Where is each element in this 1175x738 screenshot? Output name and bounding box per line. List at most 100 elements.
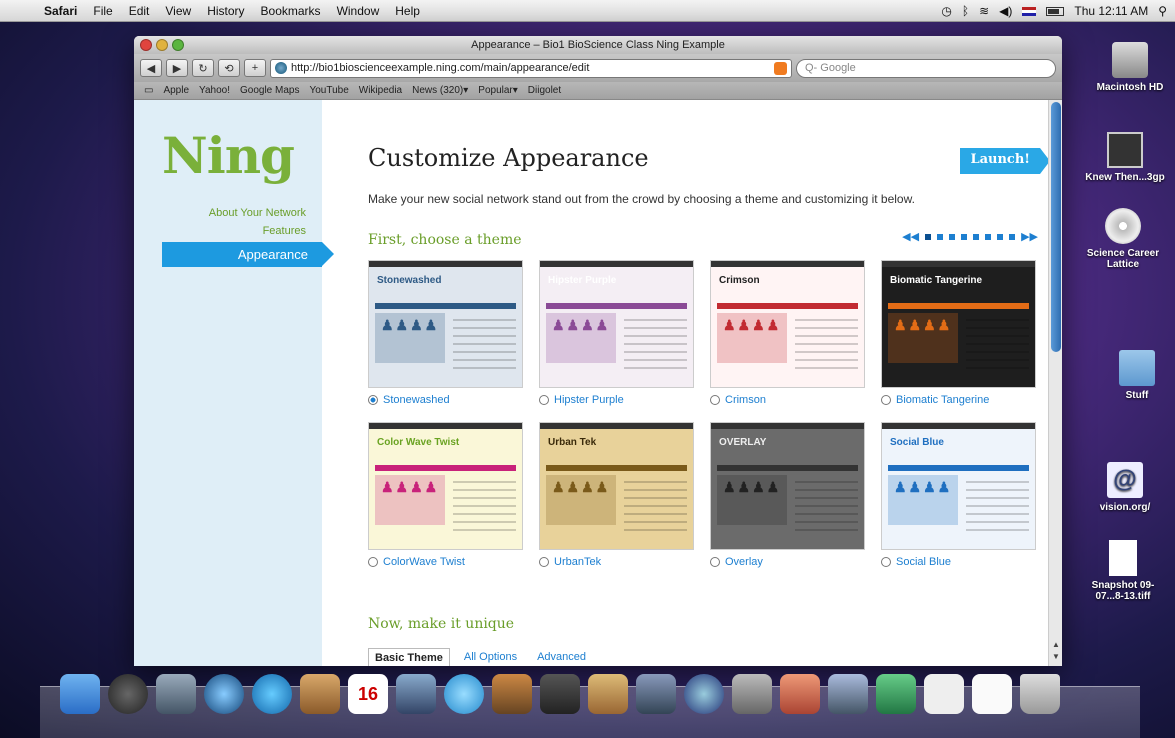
theme-radio[interactable] xyxy=(368,557,378,567)
theme-radio[interactable] xyxy=(539,395,549,405)
pager-dot[interactable] xyxy=(937,233,944,240)
theme-thumbnail[interactable]: Color Wave Twist ♟♟♟♟ xyxy=(368,422,523,550)
close-window-button[interactable] xyxy=(140,39,152,51)
theme-option[interactable]: Crimson ♟♟♟♟ Crimson xyxy=(710,260,865,406)
pages-icon[interactable] xyxy=(828,674,868,714)
theme-thumbnail[interactable]: Crimson ♟♟♟♟ xyxy=(710,260,865,388)
bookmark-diigolet[interactable]: Diigolet xyxy=(528,85,561,96)
reload-button[interactable]: ↻ xyxy=(192,59,214,77)
back-button[interactable]: ◀ xyxy=(140,59,162,77)
theme-name[interactable]: Overlay xyxy=(725,556,763,568)
garageband-icon[interactable] xyxy=(588,674,628,714)
theme-option[interactable]: Social Blue ♟♟♟♟ Social Blue xyxy=(881,422,1036,568)
theme-name[interactable]: Hipster Purple xyxy=(554,394,624,406)
menu-window[interactable]: Window xyxy=(329,4,388,18)
documents-stack-icon[interactable] xyxy=(924,674,964,714)
nav-appearance[interactable]: Appearance xyxy=(162,242,334,267)
wifi-icon[interactable]: ≋ xyxy=(979,4,989,18)
trash-icon[interactable] xyxy=(1020,674,1060,714)
pager-next-icon[interactable]: ▶▶ xyxy=(1021,230,1038,243)
bluetooth-icon[interactable]: ᛒ xyxy=(962,4,969,18)
bookmark-wikipedia[interactable]: Wikipedia xyxy=(359,85,402,96)
launch-button[interactable]: Launch! xyxy=(960,148,1050,174)
desktop-icon-webloc[interactable]: @ vision.org/ xyxy=(1080,462,1170,513)
theme-option[interactable]: Hipster Purple ♟♟♟♟ Hipster Purple xyxy=(539,260,694,406)
iphoto-icon[interactable] xyxy=(492,674,532,714)
numbers-icon[interactable] xyxy=(876,674,916,714)
keynote-icon[interactable] xyxy=(780,674,820,714)
tab-advanced[interactable]: Advanced xyxy=(531,648,592,666)
bookmark-news[interactable]: News (320)▾ xyxy=(412,85,468,96)
menu-file[interactable]: File xyxy=(85,4,120,18)
address-bar[interactable]: http://bio1bioscienceexample.ning.com/ma… xyxy=(270,58,792,78)
bookmark-yahoo[interactable]: Yahoo! xyxy=(199,85,230,96)
rss-icon[interactable] xyxy=(774,61,787,75)
theme-radio-row[interactable]: Social Blue xyxy=(881,556,1036,568)
bookmark-apple[interactable]: Apple xyxy=(163,85,189,96)
ning-logo[interactable]: Ning xyxy=(162,126,295,185)
theme-radio-row[interactable]: Biomatic Tangerine xyxy=(881,394,1036,406)
desktop-icon-video[interactable]: Knew Then...3gp xyxy=(1080,132,1170,183)
scroll-down-arrow-icon[interactable]: ▼ xyxy=(1051,652,1061,662)
theme-name[interactable]: ColorWave Twist xyxy=(383,556,465,568)
menu-safari[interactable]: Safari xyxy=(36,4,85,18)
forward-button[interactable]: ▶ xyxy=(166,59,188,77)
vertical-scrollbar[interactable]: ▲ ▼ xyxy=(1048,100,1062,666)
theme-radio[interactable] xyxy=(881,557,891,567)
theme-option[interactable]: OVERLAY ♟♟♟♟ Overlay xyxy=(710,422,865,568)
theme-name[interactable]: Social Blue xyxy=(896,556,951,568)
tab-all-options[interactable]: All Options xyxy=(458,648,523,666)
ichat-icon[interactable] xyxy=(252,674,292,714)
desktop-icon-science-career[interactable]: Science Career Lattice xyxy=(1078,208,1168,270)
downloads-stack-icon[interactable] xyxy=(972,674,1012,714)
pager-prev-icon[interactable]: ◀◀ xyxy=(902,230,919,243)
bookmark-youtube[interactable]: YouTube xyxy=(309,85,348,96)
menu-help[interactable]: Help xyxy=(387,4,428,18)
theme-thumbnail[interactable]: Urban Tek ♟♟♟♟ xyxy=(539,422,694,550)
theme-option[interactable]: Color Wave Twist ♟♟♟♟ ColorWave Twist xyxy=(368,422,523,568)
theme-radio-row[interactable]: UrbanTek xyxy=(539,556,694,568)
ical-icon[interactable]: 16 xyxy=(348,674,388,714)
theme-thumbnail[interactable]: OVERLAY ♟♟♟♟ xyxy=(710,422,865,550)
theme-option[interactable]: Urban Tek ♟♟♟♟ UrbanTek xyxy=(539,422,694,568)
desktop-icon-stuff[interactable]: Stuff xyxy=(1092,350,1175,401)
menu-view[interactable]: View xyxy=(157,4,199,18)
snapback-icon[interactable]: ⟲ xyxy=(218,59,240,77)
theme-thumbnail[interactable]: Biomatic Tangerine ♟♟♟♟ xyxy=(881,260,1036,388)
battery-icon[interactable] xyxy=(1046,6,1065,16)
theme-thumbnail[interactable]: Stonewashed ♟♟♟♟ xyxy=(368,260,523,388)
clock[interactable]: Thu 12:11 AM xyxy=(1074,4,1148,18)
itunes-icon[interactable] xyxy=(444,674,484,714)
theme-option[interactable]: Biomatic Tangerine ♟♟♟♟ Biomatic Tangerine xyxy=(881,260,1036,406)
menu-bookmarks[interactable]: Bookmarks xyxy=(253,4,329,18)
theme-radio[interactable] xyxy=(539,557,549,567)
pager-dot[interactable] xyxy=(973,233,980,240)
theme-radio[interactable] xyxy=(710,395,720,405)
pager-dot[interactable] xyxy=(925,233,932,240)
pager-dot[interactable] xyxy=(1009,233,1016,240)
theme-radio[interactable] xyxy=(710,557,720,567)
theme-thumbnail[interactable]: Social Blue ♟♟♟♟ xyxy=(881,422,1036,550)
theme-radio[interactable] xyxy=(368,395,378,405)
input-flag-icon[interactable] xyxy=(1022,6,1037,16)
mail-icon[interactable] xyxy=(156,674,196,714)
time-machine-icon[interactable]: ◷ xyxy=(941,4,951,18)
time-machine-dock-icon[interactable] xyxy=(684,674,724,714)
imovie-icon[interactable] xyxy=(540,674,580,714)
nav-features[interactable]: Features xyxy=(209,222,306,240)
spotlight-icon[interactable]: ⚲ xyxy=(1158,4,1167,18)
theme-name[interactable]: Biomatic Tangerine xyxy=(896,394,989,406)
safari-icon[interactable] xyxy=(204,674,244,714)
theme-radio-row[interactable]: Stonewashed xyxy=(368,394,523,406)
pager-dot[interactable] xyxy=(961,233,968,240)
add-bookmark-button[interactable]: + xyxy=(244,59,266,77)
finder-icon[interactable] xyxy=(60,674,100,714)
preview-icon[interactable] xyxy=(396,674,436,714)
menu-history[interactable]: History xyxy=(199,4,252,18)
bookmarks-book-icon[interactable]: ▭ xyxy=(144,85,153,96)
pager-dot[interactable] xyxy=(997,233,1004,240)
pager-dot[interactable] xyxy=(949,233,956,240)
theme-radio-row[interactable]: Overlay xyxy=(710,556,865,568)
desktop-icon-snapshot[interactable]: Snapshot 09-07...8-13.tiff xyxy=(1078,540,1168,602)
search-field[interactable]: Q- Google xyxy=(796,58,1056,78)
